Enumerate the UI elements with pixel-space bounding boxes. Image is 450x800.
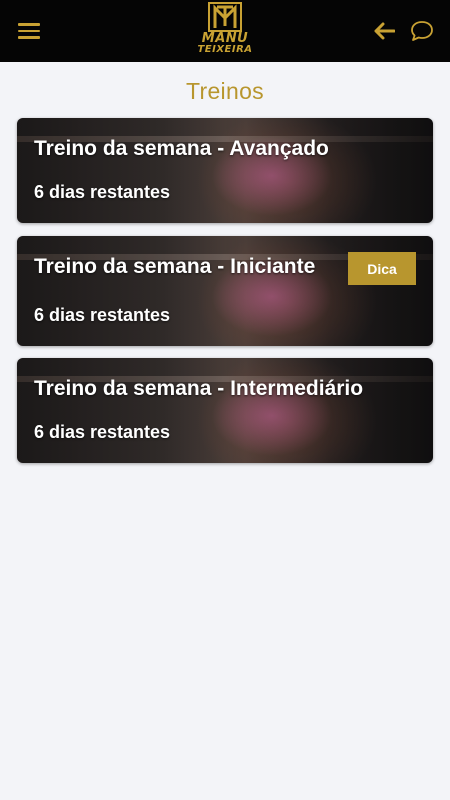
tip-button[interactable]: Dica (348, 252, 416, 285)
card-overlay (17, 358, 433, 463)
back-arrow-icon[interactable] (370, 17, 398, 45)
card-remaining-days: 6 dias restantes (34, 305, 171, 325)
menu-line (18, 36, 40, 39)
card-remaining-days: 6 dias restantes (34, 422, 171, 442)
arrow-left-icon (374, 22, 395, 40)
top-app-bar: MANU TEIXEIRA (0, 0, 450, 62)
hamburger-icon[interactable] (18, 17, 46, 45)
logo-text-teixeira: TEIXEIRA (197, 44, 253, 55)
workout-card-beginner[interactable]: Treino da semana - Iniciante 6 dias rest… (17, 236, 433, 346)
page-title: Treinos (186, 78, 264, 104)
chat-icon[interactable] (408, 17, 436, 45)
card-title: Treino da semana - Iniciante (34, 255, 316, 278)
workout-card-intermediate[interactable]: Treino da semana - Intermediário 6 dias … (17, 358, 433, 463)
menu-line (18, 29, 40, 33)
card-title: Treino da semana - Avançado (34, 137, 329, 160)
logo-monogram-icon (208, 2, 242, 32)
card-remaining-days: 6 dias restantes (34, 182, 171, 202)
card-title: Treino da semana - Intermediário (34, 377, 364, 400)
chat-bubble-icon (411, 21, 433, 41)
workout-card-advanced[interactable]: Treino da semana - Avançado 6 dias resta… (17, 118, 433, 223)
header-actions (370, 17, 436, 45)
menu-line (18, 23, 40, 26)
card-overlay (17, 118, 433, 223)
brand-logo: MANU TEIXEIRA (190, 2, 260, 60)
